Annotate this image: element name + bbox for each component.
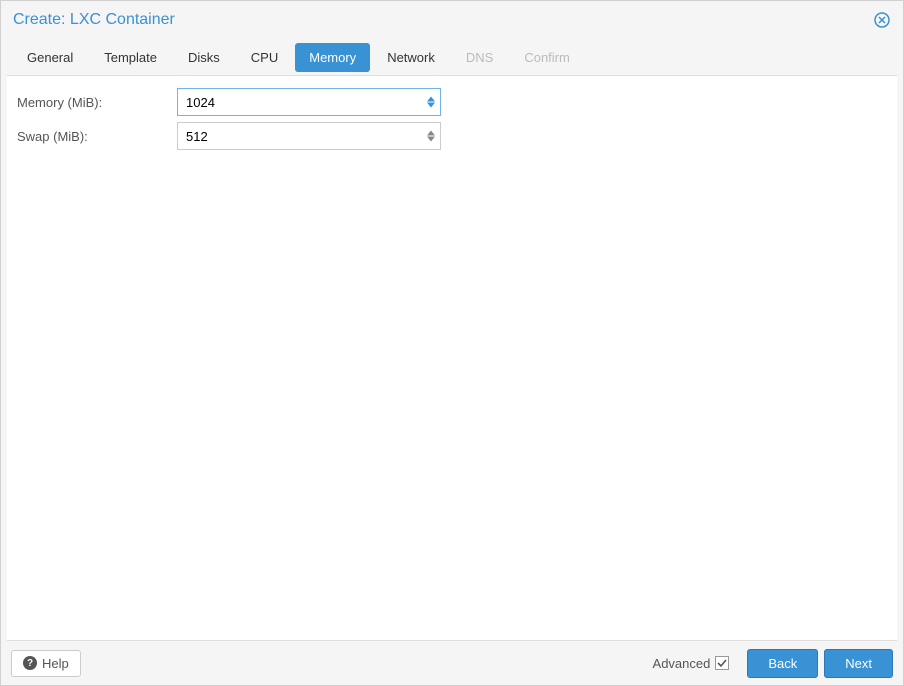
tab-cpu[interactable]: CPU bbox=[237, 43, 292, 72]
memory-input[interactable] bbox=[177, 88, 441, 116]
chevron-up-icon[interactable] bbox=[427, 131, 435, 136]
tab-template[interactable]: Template bbox=[90, 43, 171, 72]
swap-input-wrap bbox=[177, 122, 441, 150]
memory-input-wrap bbox=[177, 88, 441, 116]
chevron-down-icon[interactable] bbox=[427, 103, 435, 108]
memory-spinner[interactable] bbox=[427, 97, 435, 108]
tab-content: Memory (MiB): Swap (MiB): bbox=[7, 75, 897, 641]
back-button[interactable]: Back bbox=[747, 649, 818, 678]
wizard-tabs: General Template Disks CPU Memory Networ… bbox=[1, 39, 903, 75]
dialog-title: Create: LXC Container bbox=[13, 11, 175, 29]
swap-label: Swap (MiB): bbox=[17, 129, 177, 144]
dialog-footer: ? Help Advanced Back Next bbox=[1, 641, 903, 685]
memory-row: Memory (MiB): bbox=[17, 88, 887, 116]
chevron-up-icon[interactable] bbox=[427, 97, 435, 102]
advanced-toggle[interactable]: Advanced bbox=[653, 656, 730, 671]
help-button[interactable]: ? Help bbox=[11, 650, 81, 677]
swap-spinner[interactable] bbox=[427, 131, 435, 142]
close-icon[interactable] bbox=[873, 11, 891, 29]
tab-network[interactable]: Network bbox=[373, 43, 449, 72]
create-lxc-dialog: Create: LXC Container General Template D… bbox=[0, 0, 904, 686]
memory-label: Memory (MiB): bbox=[17, 95, 177, 110]
help-label: Help bbox=[42, 656, 69, 671]
tab-memory[interactable]: Memory bbox=[295, 43, 370, 72]
dialog-header: Create: LXC Container bbox=[1, 1, 903, 39]
tab-confirm: Confirm bbox=[510, 43, 584, 72]
tab-disks[interactable]: Disks bbox=[174, 43, 234, 72]
swap-row: Swap (MiB): bbox=[17, 122, 887, 150]
swap-input[interactable] bbox=[177, 122, 441, 150]
chevron-down-icon[interactable] bbox=[427, 137, 435, 142]
next-button[interactable]: Next bbox=[824, 649, 893, 678]
tab-general[interactable]: General bbox=[13, 43, 87, 72]
advanced-checkbox[interactable] bbox=[715, 656, 729, 670]
advanced-label: Advanced bbox=[653, 656, 711, 671]
help-icon: ? bbox=[23, 656, 37, 670]
tab-dns: DNS bbox=[452, 43, 507, 72]
